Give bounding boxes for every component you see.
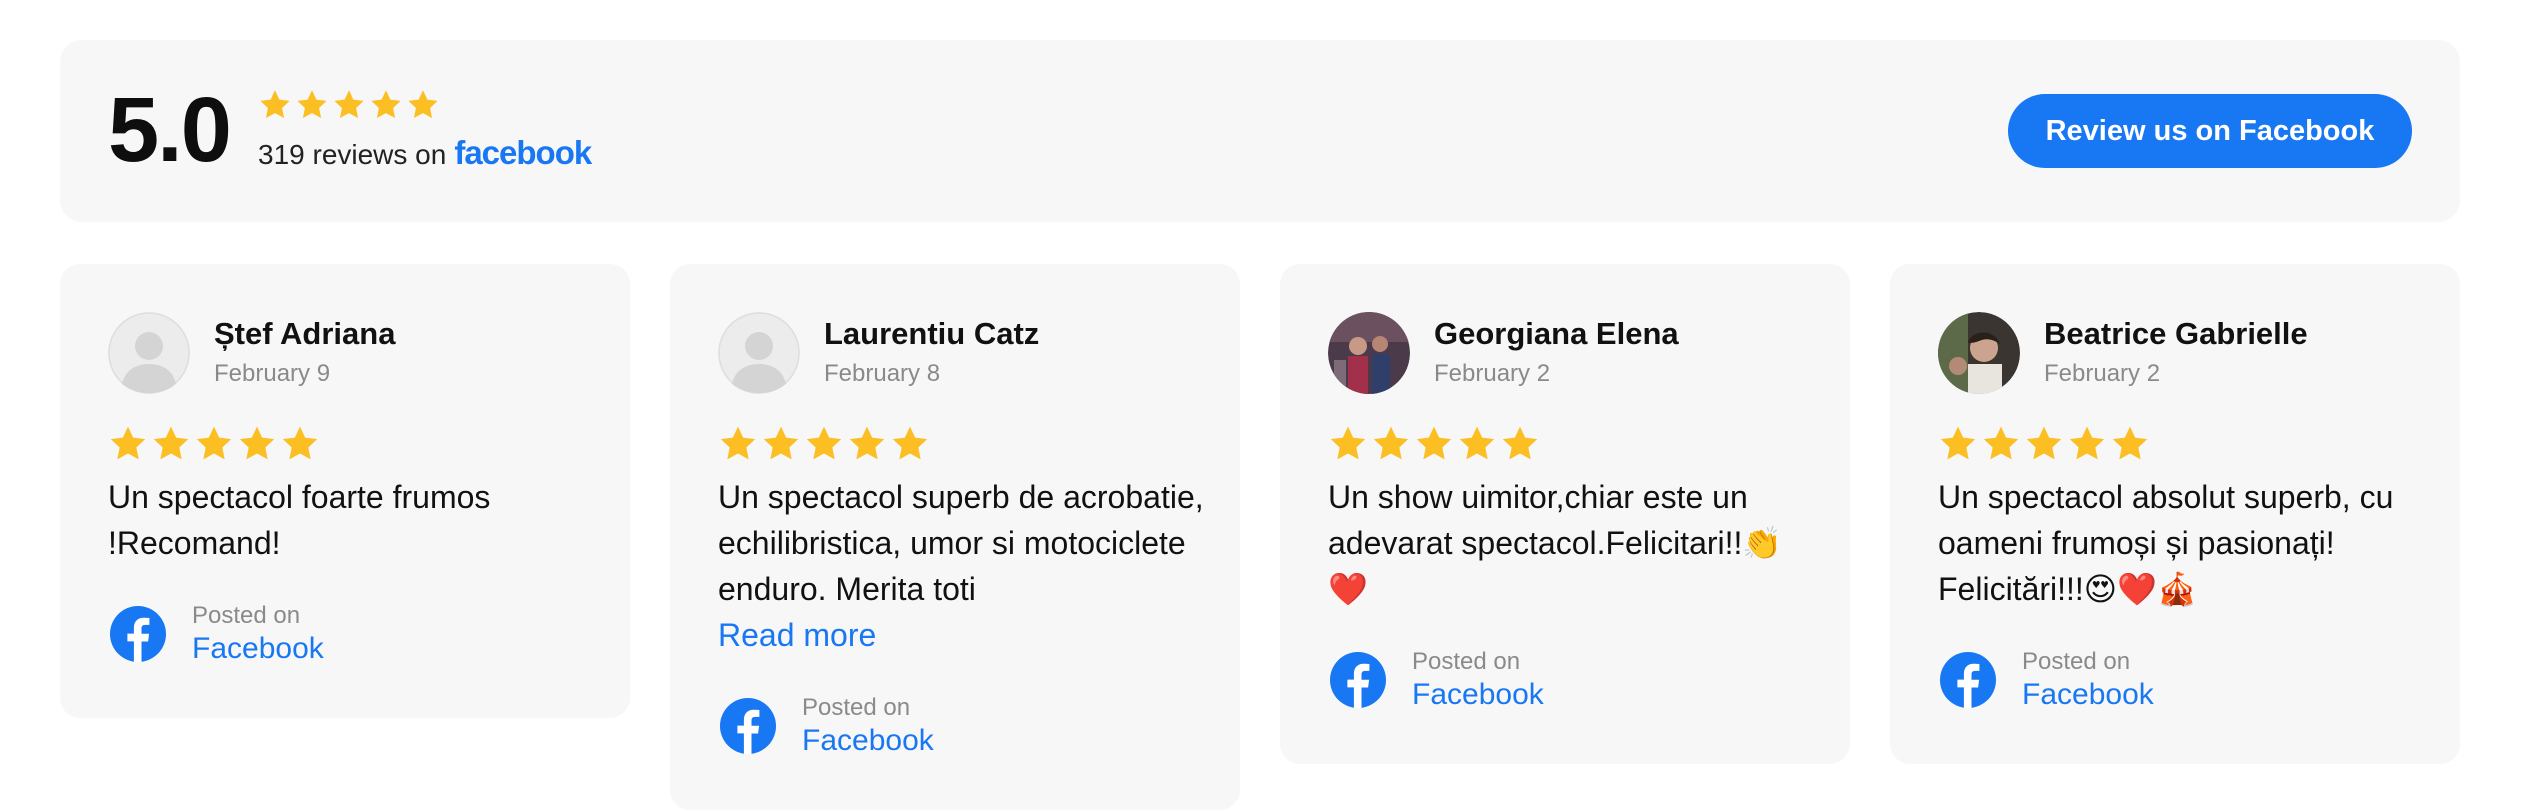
- facebook-icon: [1938, 650, 1998, 710]
- facebook-icon: [718, 696, 778, 756]
- reviewer-name[interactable]: Beatrice Gabrielle: [2044, 316, 2308, 352]
- avatar: [1328, 312, 1410, 394]
- avatar: [108, 312, 190, 394]
- review-text: Un show uimitor,chiar este un adevarat s…: [1328, 474, 1818, 612]
- star-icon: [151, 424, 191, 464]
- star-icon: [890, 424, 930, 464]
- star-icon: [1938, 424, 1978, 464]
- star-icon: [847, 424, 887, 464]
- review-date: February 8: [824, 360, 941, 387]
- facebook-icon: [108, 604, 168, 664]
- review-text: Un spectacol superb de acrobatie, echili…: [718, 474, 1208, 658]
- star-icon: [2067, 424, 2107, 464]
- star-icon: [804, 424, 844, 464]
- avatar: [718, 312, 800, 394]
- posted-on-label: Posted on: [2022, 648, 2131, 675]
- star-icon: [1414, 424, 1454, 464]
- star-icon: [406, 88, 440, 122]
- review-date: February 9: [214, 360, 331, 387]
- star-icon: [258, 88, 292, 122]
- facebook-link[interactable]: Facebook: [802, 724, 934, 758]
- review-card: Laurentiu Catz February 8 Un spectacol s…: [670, 264, 1240, 810]
- star-icon: [369, 88, 403, 122]
- star-icon: [718, 424, 758, 464]
- star-icon: [237, 424, 277, 464]
- review-card: Ștef Adriana February 9 Un spectacol foa…: [60, 264, 630, 718]
- average-score: 5.0: [108, 79, 232, 181]
- review-date: February 2: [2044, 360, 2161, 387]
- reviewer-name[interactable]: Georgiana Elena: [1434, 316, 1679, 352]
- rating-summary-panel: 5.0 319 reviews on facebook Review us on…: [60, 40, 2460, 222]
- review-stars: [1938, 424, 2150, 464]
- review-stars: [108, 424, 320, 464]
- review-body: Un show uimitor,chiar este un adevarat s…: [1328, 479, 1783, 607]
- review-us-button[interactable]: Review us on Facebook: [2008, 94, 2412, 168]
- star-icon: [1371, 424, 1411, 464]
- star-icon: [108, 424, 148, 464]
- review-text: Un spectacol foarte frumos !Recomand!: [108, 474, 598, 566]
- star-icon: [1457, 424, 1497, 464]
- star-icon: [280, 424, 320, 464]
- review-date: February 2: [1434, 360, 1551, 387]
- star-icon: [2024, 424, 2064, 464]
- review-count: 319 reviews on: [258, 139, 447, 170]
- review-card: Georgiana Elena February 2 Un show uimit…: [1280, 264, 1850, 764]
- reviewer-name[interactable]: Laurentiu Catz: [824, 316, 1039, 352]
- review-body: Un spectacol foarte frumos !Recomand!: [108, 479, 491, 561]
- star-icon: [295, 88, 329, 122]
- profile-photo-icon: [1328, 312, 1410, 394]
- facebook-link[interactable]: Facebook: [192, 632, 324, 666]
- posted-on-label: Posted on: [802, 694, 911, 721]
- review-count-line: 319 reviews on facebook: [258, 134, 592, 172]
- avatar: [1938, 312, 2020, 394]
- star-icon: [194, 424, 234, 464]
- facebook-link[interactable]: Facebook: [1412, 678, 1544, 712]
- review-body: Un spectacol superb de acrobatie, echili…: [718, 479, 1204, 607]
- user-placeholder-icon: [718, 312, 800, 394]
- facebook-wordmark[interactable]: facebook: [454, 134, 592, 172]
- review-card: Beatrice Gabrielle February 2 Un spectac…: [1890, 264, 2460, 764]
- facebook-link[interactable]: Facebook: [2022, 678, 2154, 712]
- star-icon: [761, 424, 801, 464]
- review-body: Un spectacol absolut superb, cu oameni f…: [1938, 479, 2394, 607]
- posted-on-label: Posted on: [1412, 648, 1521, 675]
- review-stars: [718, 424, 930, 464]
- user-placeholder-icon: [108, 312, 190, 394]
- review-text: Un spectacol absolut superb, cu oameni f…: [1938, 474, 2428, 612]
- profile-photo-icon: [1938, 312, 2020, 394]
- facebook-icon: [1328, 650, 1388, 710]
- reviewer-name[interactable]: Ștef Adriana: [214, 316, 395, 352]
- star-icon: [332, 88, 366, 122]
- star-icon: [1328, 424, 1368, 464]
- read-more-link[interactable]: Read more: [718, 617, 876, 653]
- posted-on-label: Posted on: [192, 602, 301, 629]
- star-icon: [2110, 424, 2150, 464]
- review-stars: [1328, 424, 1540, 464]
- star-icon: [1500, 424, 1540, 464]
- star-icon: [1981, 424, 2021, 464]
- summary-stars: [258, 88, 440, 122]
